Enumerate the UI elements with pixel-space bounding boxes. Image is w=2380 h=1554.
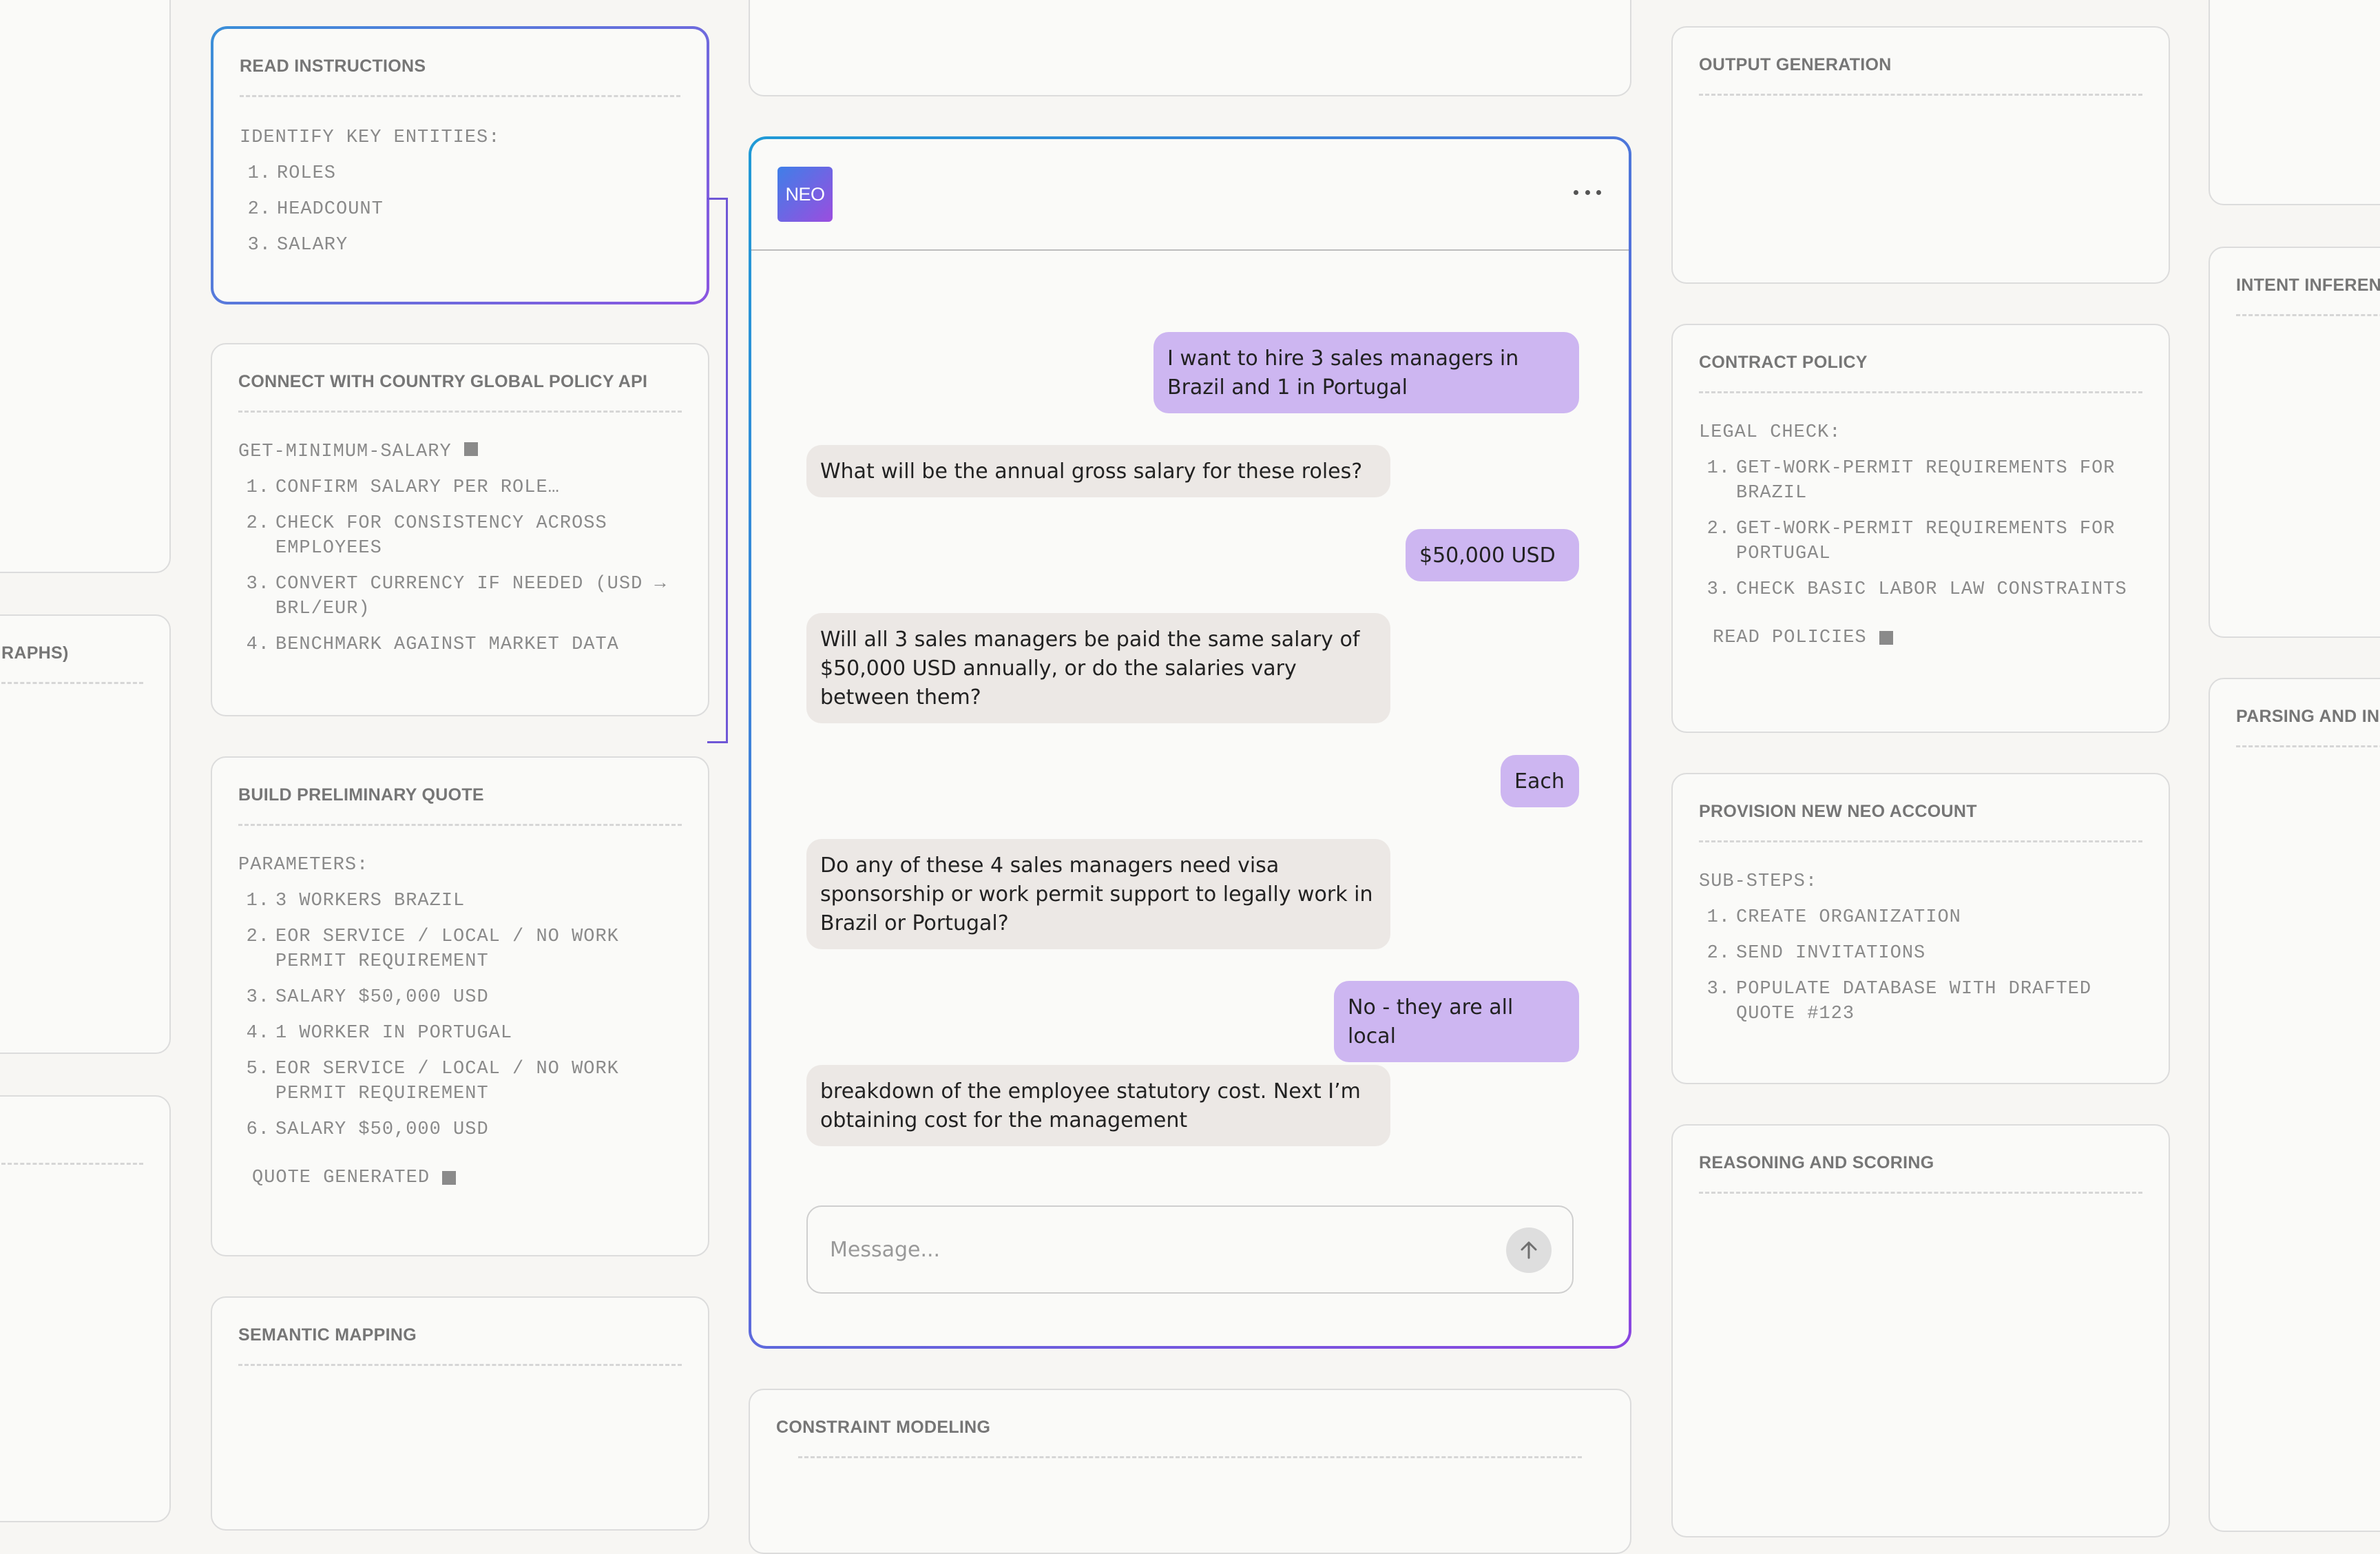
card-title: SEMANTIC MAPPING bbox=[238, 1325, 417, 1345]
more-options-icon[interactable] bbox=[1574, 182, 1601, 203]
bot-message: What will be the annual gross salary for… bbox=[806, 445, 1390, 497]
card-title: REASONING AND SCORING bbox=[1699, 1153, 1934, 1172]
card-body: GET-MINIMUM-SALARY 1. CONFIRM SALARY PER … bbox=[238, 439, 682, 668]
card-title: BUILD PRELIMINARY QUOTE bbox=[238, 785, 484, 805]
card-body: LEGAL CHECK: 1. GET-WORK-PERMIT REQUIREME… bbox=[1699, 420, 2142, 650]
reasoning-scoring-card[interactable]: REASONING AND SCORING bbox=[1671, 1124, 2170, 1537]
card-title: RAPHS) bbox=[1, 643, 69, 663]
status-line: READ POLICIES bbox=[1713, 625, 2142, 650]
arrow-up-icon bbox=[1521, 1241, 1537, 1259]
connector-line bbox=[707, 198, 728, 743]
status-square-icon bbox=[442, 1171, 457, 1185]
list-item: 2. EOR SERVICE / LOCAL / NO WORK PERMIT R… bbox=[246, 926, 619, 972]
card-divider bbox=[1, 682, 143, 684]
card-divider bbox=[238, 1364, 682, 1366]
card-divider bbox=[238, 411, 682, 413]
list-item: 3. SALARY $50,000 USD bbox=[246, 987, 489, 1008]
list-item: 3. POPULATE DATABASE WITH DRAFTED QUOTE #… bbox=[1706, 979, 2092, 1024]
card-title: INTENT INFEREN bbox=[2236, 276, 2380, 295]
list-item: 3. CHECK BASIC LABOR LAW CONSTRAINTS bbox=[1706, 579, 2127, 600]
status-line: QUOTE GENERATED bbox=[252, 1166, 682, 1190]
intent-inference-card[interactable]: INTENT INFEREN bbox=[2209, 247, 2380, 638]
far-left-card-1 bbox=[0, 0, 171, 573]
status-square-icon bbox=[1879, 631, 1893, 645]
steps-list: 1. 3 WORKERS BRAZIL 2. EOR SERVICE / LOCAL… bbox=[238, 889, 682, 1142]
bot-message: breakdown of the employee statutory cost… bbox=[806, 1065, 1390, 1146]
steps-list: 1. CREATE ORGANIZATION 2. SEND INVITATIONS… bbox=[1699, 905, 2142, 1026]
bot-message: Do any of these 4 sales managers need vi… bbox=[806, 839, 1390, 949]
card-divider bbox=[1, 1163, 143, 1165]
user-message: No - they are all local bbox=[1334, 981, 1579, 1062]
card-title: PROVISION NEW NEO ACCOUNT bbox=[1699, 802, 1977, 821]
card-divider bbox=[1699, 391, 2142, 393]
card-title: READ INSTRUCTIONS bbox=[240, 56, 426, 76]
list-item: 2. SEND INVITATIONS bbox=[1706, 943, 1926, 964]
list-item: 4. BENCHMARK AGAINST MARKET DATA bbox=[246, 634, 619, 655]
card-divider bbox=[1699, 1192, 2142, 1194]
chat-header: NEO bbox=[751, 139, 1629, 251]
card-divider bbox=[238, 824, 682, 826]
list-item: 2. HEADCOUNT bbox=[247, 199, 384, 220]
user-message: I want to hire 3 sales managers in Brazi… bbox=[1154, 332, 1579, 413]
steps-list: 1. GET-WORK-PERMIT REQUIREMENTS FOR BRAZI… bbox=[1699, 456, 2142, 602]
far-left-card-graphs: RAPHS) bbox=[0, 614, 171, 1054]
bot-message: Will all 3 sales managers be paid the sa… bbox=[806, 613, 1390, 723]
list-item: 2. GET-WORK-PERMIT REQUIREMENTS FOR PORTU… bbox=[1706, 519, 2116, 564]
policy-api-card[interactable]: CONNECT WITH COUNTRY GLOBAL POLICY API G… bbox=[211, 343, 709, 716]
list-item: 1. ROLES bbox=[247, 163, 337, 184]
list-item: 3. SALARY bbox=[247, 235, 348, 256]
list-item: 2. CHECK FOR CONSISTENCY ACROSS EMPLOYEES bbox=[246, 513, 607, 559]
card-title: PARSING AND IN bbox=[2236, 707, 2380, 726]
contract-policy-card[interactable]: CONTRACT POLICY LEGAL CHECK: 1. GET-WORK-… bbox=[1671, 324, 2170, 733]
list-item: 5. EOR SERVICE / LOCAL / NO WORK PERMIT R… bbox=[246, 1059, 619, 1104]
chat-panel: NEO I want to hire 3 sales managers in B… bbox=[749, 136, 1631, 1349]
neo-logo: NEO bbox=[777, 167, 833, 222]
list-item: 4. 1 WORKER IN PORTUGAL bbox=[246, 1023, 513, 1044]
card-subtitle: PARAMETERS: bbox=[238, 855, 369, 876]
message-input[interactable] bbox=[828, 1232, 1492, 1267]
card-body: IDENTIFY KEY ENTITIES: 1. ROLES 2. HEADCOU… bbox=[240, 125, 680, 269]
message-composer bbox=[806, 1205, 1574, 1294]
center-top-card bbox=[749, 0, 1631, 96]
far-left-card-3 bbox=[0, 1095, 171, 1522]
card-subtitle: GET-MINIMUM-SALARY bbox=[238, 439, 682, 464]
parsing-card[interactable]: PARSING AND IN bbox=[2209, 678, 2380, 1532]
status-square-icon bbox=[463, 442, 478, 456]
card-body: PARAMETERS: 1. 3 WORKERS BRAZIL 2. EOR SER… bbox=[238, 853, 682, 1190]
list-item: 1. CONFIRM SALARY PER ROLE… bbox=[246, 477, 560, 498]
card-subtitle: SUB-STEPS: bbox=[1699, 871, 1818, 892]
card-divider bbox=[798, 1456, 1582, 1458]
card-title: CONNECT WITH COUNTRY GLOBAL POLICY API bbox=[238, 372, 648, 391]
card-title: CONSTRAINT MODELING bbox=[776, 1418, 991, 1437]
list-item: 6. SALARY $50,000 USD bbox=[246, 1119, 489, 1140]
list-item: 1. 3 WORKERS BRAZIL bbox=[246, 891, 466, 911]
card-divider bbox=[1699, 840, 2142, 842]
build-quote-card[interactable]: BUILD PRELIMINARY QUOTE PARAMETERS: 1. 3 … bbox=[211, 756, 709, 1256]
semantic-mapping-card[interactable]: SEMANTIC MAPPING bbox=[211, 1296, 709, 1531]
user-message: Each bbox=[1501, 755, 1579, 807]
card-body: SUB-STEPS: 1. CREATE ORGANIZATION 2. SEND … bbox=[1699, 869, 2142, 1037]
provision-account-card[interactable]: PROVISION NEW NEO ACCOUNT SUB-STEPS: 1. C… bbox=[1671, 773, 2170, 1084]
output-generation-card[interactable]: OUTPUT GENERATION bbox=[1671, 26, 2170, 284]
card-title: OUTPUT GENERATION bbox=[1699, 55, 1892, 74]
card-divider bbox=[240, 95, 680, 97]
send-button[interactable] bbox=[1506, 1227, 1552, 1273]
read-instructions-card[interactable]: READ INSTRUCTIONS IDENTIFY KEY ENTITIES:… bbox=[211, 26, 709, 304]
list-item: 3. CONVERT CURRENCY IF NEEDED (USD → BRL/… bbox=[246, 574, 667, 619]
card-title: CONTRACT POLICY bbox=[1699, 353, 1868, 372]
constraint-modeling-card[interactable]: CONSTRAINT MODELING bbox=[749, 1389, 1631, 1554]
user-message: $50,000 USD bbox=[1406, 529, 1579, 581]
card-divider bbox=[2236, 314, 2380, 316]
card-divider bbox=[1699, 94, 2142, 96]
card-divider bbox=[2236, 745, 2380, 747]
far-right-card-1 bbox=[2209, 0, 2380, 205]
card-subtitle: LEGAL CHECK: bbox=[1699, 422, 1841, 443]
list-item: 1. CREATE ORGANIZATION bbox=[1706, 907, 1961, 928]
steps-list: 1. CONFIRM SALARY PER ROLE… 2. CHECK FOR C… bbox=[238, 475, 682, 657]
list-item: 1. GET-WORK-PERMIT REQUIREMENTS FOR BRAZI… bbox=[1706, 458, 2116, 504]
steps-list: 1. ROLES 2. HEADCOUNT 3. SALARY bbox=[240, 161, 680, 258]
card-subtitle: IDENTIFY KEY ENTITIES: bbox=[240, 127, 501, 148]
